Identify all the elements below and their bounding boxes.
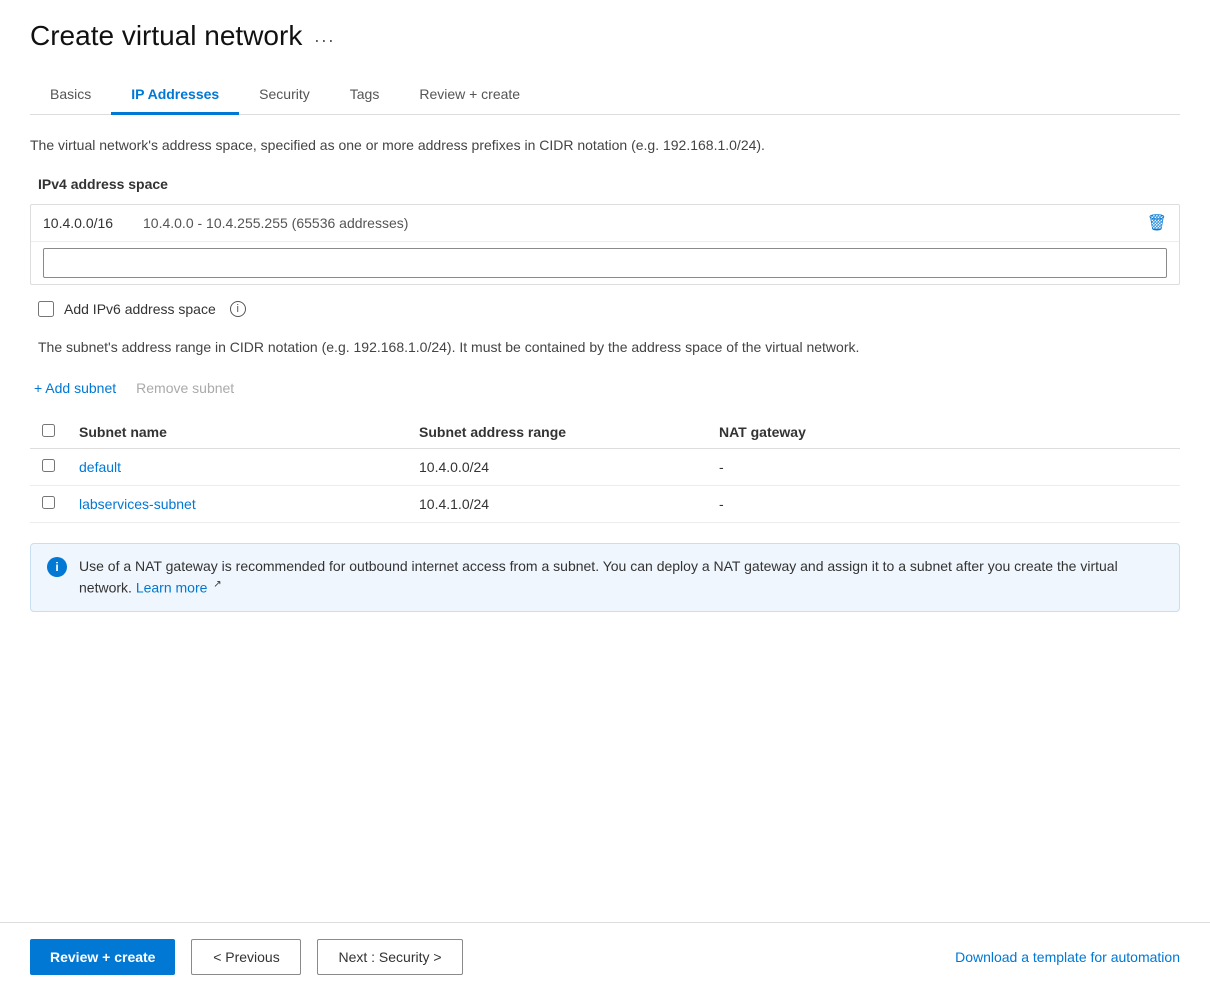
- ipv6-checkbox-row: Add IPv6 address space i: [38, 301, 1180, 317]
- subnet-col-nat: NAT gateway: [707, 416, 1180, 449]
- tab-bar: Basics IP Addresses Security Tags Review…: [30, 76, 1180, 115]
- subnet-row-0-name: default: [67, 449, 407, 486]
- ellipsis-menu-button[interactable]: ...: [314, 26, 335, 47]
- delete-address-icon[interactable]: 🗑: [1147, 213, 1167, 233]
- table-row: labservices-subnet 10.4.1.0/24 -: [30, 486, 1180, 523]
- subnet-row-0-check: [30, 449, 67, 486]
- subnet-col-check: [30, 416, 67, 449]
- tab-review-create[interactable]: Review + create: [399, 76, 540, 115]
- subnet-row-1-range: 10.4.1.0/24: [407, 486, 707, 523]
- subnet-row-1-nat: -: [707, 486, 1180, 523]
- subnet-row-0-nat: -: [707, 449, 1180, 486]
- address-entry-row: 10.4.0.0/16 10.4.0.0 - 10.4.255.255 (655…: [31, 205, 1179, 242]
- tab-security[interactable]: Security: [239, 76, 330, 115]
- subnet-row-1-checkbox[interactable]: [42, 496, 55, 509]
- address-input-row: [31, 242, 1179, 284]
- subnet-actions: + Add subnet Remove subnet: [30, 376, 1180, 400]
- subnet-col-name: Subnet name: [67, 416, 407, 449]
- subnet-table: Subnet name Subnet address range NAT gat…: [30, 416, 1180, 523]
- nat-info-notice: i Use of a NAT gateway is recommended fo…: [30, 543, 1180, 612]
- external-link-icon: ↗: [213, 579, 221, 590]
- download-template-button[interactable]: Download a template for automation: [955, 940, 1180, 974]
- subnet-row-0-checkbox[interactable]: [42, 459, 55, 472]
- subnet-labservices-link[interactable]: labservices-subnet: [79, 496, 196, 512]
- ipv6-info-icon[interactable]: i: [230, 301, 246, 317]
- address-input[interactable]: [43, 248, 1167, 278]
- info-circle-icon: i: [47, 557, 67, 577]
- tab-basics[interactable]: Basics: [30, 76, 111, 115]
- table-row: default 10.4.0.0/24 -: [30, 449, 1180, 486]
- add-subnet-button[interactable]: + Add subnet: [34, 376, 116, 400]
- subnet-description: The subnet's address range in CIDR notat…: [30, 337, 1180, 358]
- next-security-button[interactable]: Next : Security >: [317, 939, 462, 975]
- address-cidr: 10.4.0.0/16: [43, 215, 143, 231]
- nat-info-text: Use of a NAT gateway is recommended for …: [79, 556, 1163, 599]
- ipv4-section-label: IPv4 address space: [38, 176, 1180, 192]
- learn-more-link[interactable]: Learn more: [136, 580, 208, 596]
- subnet-default-link[interactable]: default: [79, 459, 121, 475]
- previous-button[interactable]: < Previous: [191, 939, 301, 975]
- review-create-button[interactable]: Review + create: [30, 939, 175, 975]
- subnet-col-range: Subnet address range: [407, 416, 707, 449]
- address-range: 10.4.0.0 - 10.4.255.255 (65536 addresses…: [143, 215, 1147, 231]
- page-title: Create virtual network: [30, 20, 302, 52]
- subnet-select-all-checkbox[interactable]: [42, 424, 55, 437]
- ipv6-checkbox-label: Add IPv6 address space: [64, 301, 216, 317]
- footer: Review + create < Previous Next : Securi…: [0, 922, 1210, 991]
- tab-ip-addresses[interactable]: IP Addresses: [111, 76, 239, 115]
- subnet-row-1-name: labservices-subnet: [67, 486, 407, 523]
- subnet-row-1-check: [30, 486, 67, 523]
- tab-tags[interactable]: Tags: [330, 76, 400, 115]
- remove-subnet-button[interactable]: Remove subnet: [136, 376, 234, 400]
- address-space-description: The virtual network's address space, spe…: [30, 135, 1180, 156]
- ipv6-checkbox[interactable]: [38, 301, 54, 317]
- address-space-container: 10.4.0.0/16 10.4.0.0 - 10.4.255.255 (655…: [30, 204, 1180, 285]
- subnet-row-0-range: 10.4.0.0/24: [407, 449, 707, 486]
